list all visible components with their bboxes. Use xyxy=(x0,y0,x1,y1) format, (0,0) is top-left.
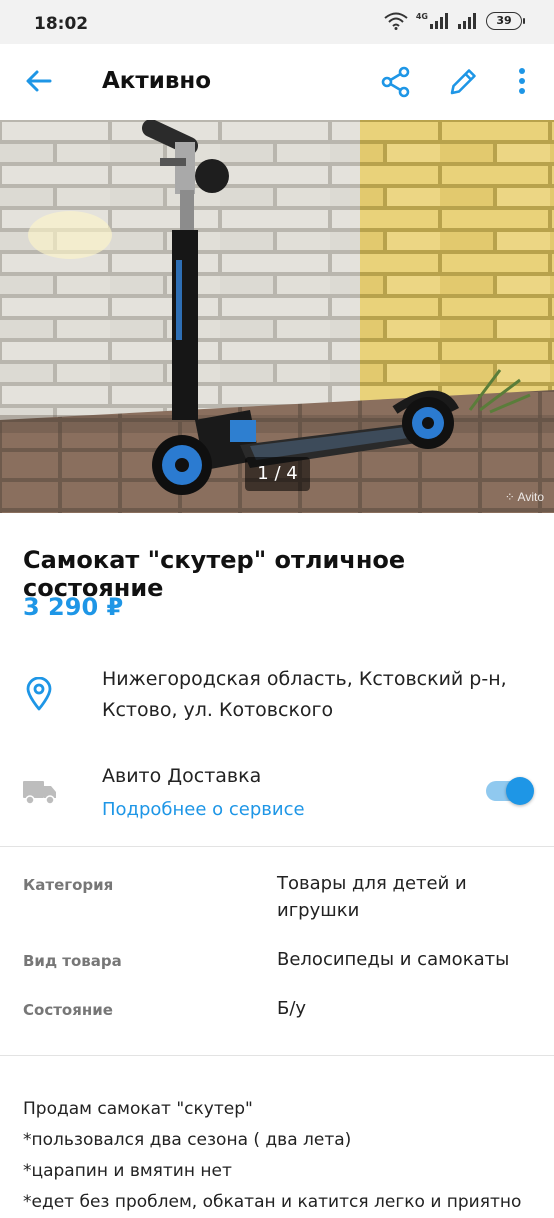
edit-icon[interactable] xyxy=(445,64,481,100)
signal-bars-icon-2 xyxy=(458,13,476,29)
avito-watermark-label: Avito xyxy=(517,490,544,504)
status-bar: 18:02 4G 39 xyxy=(0,0,554,44)
listing-price: 3 290 ₽ xyxy=(23,593,124,621)
param-value-condition: Б/у xyxy=(277,998,307,1019)
param-label-type: Вид товара xyxy=(23,952,122,970)
avito-watermark: ⁘ Avito xyxy=(505,490,544,504)
divider xyxy=(0,1055,554,1056)
listing-address[interactable]: Нижегородская область, Кстовский р-н, Кс… xyxy=(102,664,542,726)
delivery-toggle[interactable] xyxy=(486,777,534,805)
divider xyxy=(0,846,554,847)
back-arrow-icon[interactable] xyxy=(22,64,56,98)
location-pin-icon xyxy=(26,677,52,711)
address-line-1: Нижегородская область, Кстовский р-н, xyxy=(102,668,507,690)
listing-description: Продам самокат "скутер" *пользовался два… xyxy=(23,1094,543,1218)
product-photo xyxy=(0,120,554,513)
photo-counter: 1 / 4 xyxy=(245,457,310,491)
photo-gallery[interactable]: 1 / 4 ⁘ Avito xyxy=(0,120,554,513)
param-label-category: Категория xyxy=(23,876,114,894)
network-type-label: 4G xyxy=(415,12,428,21)
more-vert-icon[interactable] xyxy=(510,64,534,100)
battery-icon: 39 xyxy=(486,12,525,30)
wifi-icon xyxy=(384,12,408,30)
description-line: Продам самокат "скутер" xyxy=(23,1099,253,1119)
description-line: *царапин и вмятин нет xyxy=(23,1161,232,1181)
signal-bars-icon xyxy=(430,13,448,29)
param-value-line: игрушки xyxy=(277,900,360,921)
avito-watermark-icon: ⁘ xyxy=(504,490,515,504)
param-value-type: Велосипеды и самокаты xyxy=(277,949,510,970)
cell-signal-4g: 4G xyxy=(416,13,450,29)
description-line: *пользовался два сезона ( два лета) xyxy=(23,1130,352,1150)
status-time: 18:02 xyxy=(34,14,89,34)
param-value-category: Товары для детей и игрушки xyxy=(277,870,537,924)
param-value-line: Товары для детей и xyxy=(277,873,467,894)
delivery-truck-icon xyxy=(23,781,56,805)
page-title: Активно xyxy=(102,68,212,94)
description-line: *едет без проблем, обкатан и катится лег… xyxy=(23,1192,522,1212)
delivery-title: Авито Доставка xyxy=(102,765,262,787)
delivery-details-link[interactable]: Подробнее о сервисе xyxy=(102,799,305,820)
status-icons: 4G 39 xyxy=(384,12,525,30)
toggle-thumb xyxy=(506,777,534,805)
share-icon[interactable] xyxy=(378,64,414,100)
param-label-condition: Состояние xyxy=(23,1001,113,1019)
address-line-2: Кстово, ул. Котовского xyxy=(102,699,334,721)
app-bar: Активно xyxy=(0,44,554,120)
